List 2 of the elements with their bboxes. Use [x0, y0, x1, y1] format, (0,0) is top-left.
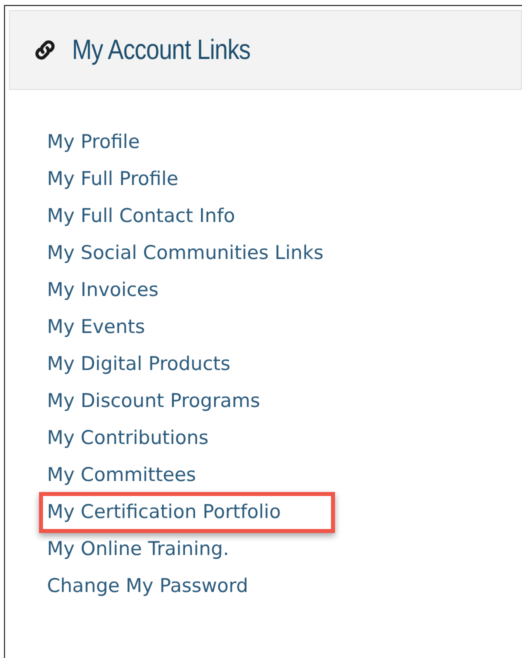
highlighted-link[interactable]: My Certification Portfolio	[39, 492, 335, 533]
panel-title: My Account Links	[72, 34, 250, 66]
